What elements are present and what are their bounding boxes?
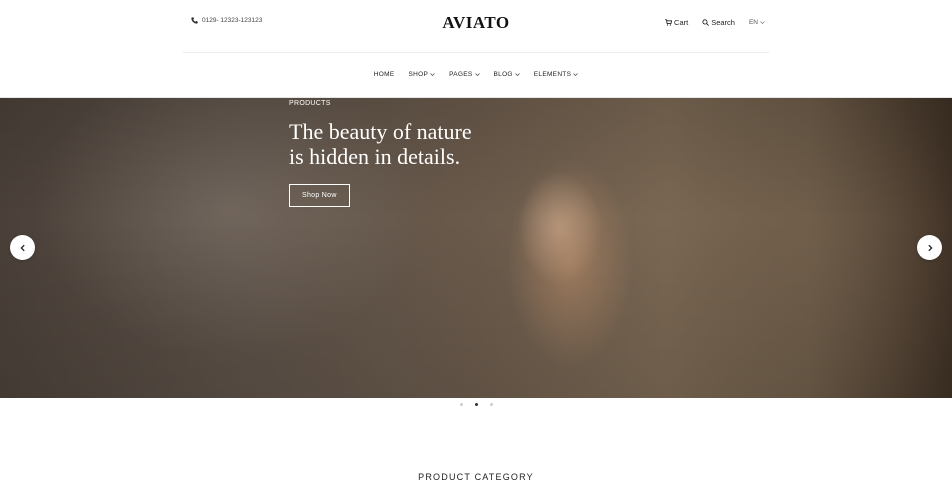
cart-button[interactable]: Cart <box>665 18 688 27</box>
slider-next-button[interactable] <box>917 235 942 260</box>
hero-slider: PRODUCTS The beauty of nature is hidden … <box>0 98 952 398</box>
slider-dot[interactable] <box>489 403 493 406</box>
section-title: PRODUCT CATEGORY <box>418 472 534 482</box>
nav-item-elements[interactable]: ELEMENTS <box>534 71 578 78</box>
hero-title-line: is hidden in details. <box>289 144 461 169</box>
main-navigation: HOME SHOP PAGES BLOG ELEMENTS <box>0 52 952 98</box>
nav-item-label: SHOP <box>408 71 429 78</box>
header-actions: Cart Search EN <box>665 18 765 27</box>
nav-item-label: ELEMENTS <box>533 71 572 78</box>
nav-item-label: HOME <box>373 71 395 78</box>
top-header: 0129- 12323-123123 AVIATO Cart Search EN <box>183 0 769 53</box>
nav-item-shop[interactable]: SHOP <box>408 71 435 78</box>
cart-label: Cart <box>674 18 689 27</box>
search-icon <box>702 19 710 26</box>
chevron-right-icon <box>927 244 933 251</box>
hero-title: The beauty of nature is hidden in detail… <box>289 119 509 169</box>
chevron-down-icon <box>515 73 520 76</box>
search-button[interactable]: Search <box>702 18 735 27</box>
slider-dot[interactable] <box>459 403 463 406</box>
language-label: EN <box>748 19 758 26</box>
slider-pagination <box>0 403 952 406</box>
nav-item-label: BLOG <box>493 71 513 78</box>
shop-now-button[interactable]: Shop Now <box>289 184 350 207</box>
chevron-down-icon <box>430 73 435 76</box>
nav-item-blog[interactable]: BLOG <box>494 71 520 78</box>
hero-content: PRODUCTS The beauty of nature is hidden … <box>289 98 509 207</box>
nav-item-home[interactable]: HOME <box>374 71 395 78</box>
cart-icon <box>665 19 673 26</box>
slider-dot-active[interactable] <box>474 403 478 406</box>
hero-title-line: The beauty of nature <box>289 119 472 144</box>
language-selector[interactable]: EN <box>749 19 765 26</box>
chevron-down-icon <box>760 21 765 24</box>
nav-item-pages[interactable]: PAGES <box>449 71 480 78</box>
chevron-down-icon <box>474 73 480 76</box>
chevron-down-icon <box>573 73 578 76</box>
slider-prev-button[interactable] <box>10 235 35 260</box>
search-label: Search <box>711 18 735 27</box>
chevron-left-icon <box>19 244 25 251</box>
hero-eyebrow: PRODUCTS <box>289 100 331 107</box>
nav-item-label: PAGES <box>449 71 473 78</box>
